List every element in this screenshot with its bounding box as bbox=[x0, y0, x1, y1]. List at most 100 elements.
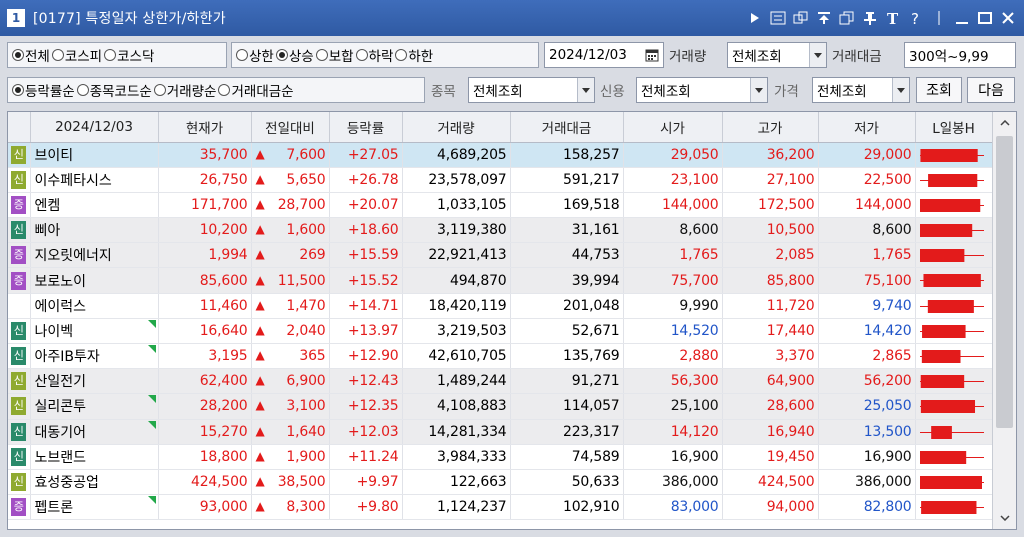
pin-icon[interactable] bbox=[860, 7, 880, 29]
header-volume[interactable]: 거래량 bbox=[402, 112, 511, 143]
chevron-down-icon[interactable] bbox=[892, 78, 909, 102]
memo-icon[interactable] bbox=[768, 7, 788, 29]
maximize-icon[interactable] bbox=[975, 7, 995, 29]
current-price: 28,200 bbox=[158, 393, 252, 420]
header-rate[interactable]: 등락률 bbox=[329, 112, 403, 143]
radio-type-fall[interactable]: 하락 bbox=[355, 45, 393, 65]
open-price: 9,990 bbox=[623, 293, 723, 319]
volume: 42,610,705 bbox=[402, 343, 511, 370]
radio-sort-volume[interactable]: 거래량순 bbox=[153, 80, 216, 100]
copy-window-icon[interactable] bbox=[837, 7, 857, 29]
stock-name[interactable]: 나이벡 bbox=[30, 318, 159, 345]
stock-name[interactable]: 삐아 bbox=[30, 217, 159, 244]
scroll-down-icon[interactable] bbox=[993, 507, 1016, 529]
stock-name[interactable]: 지오릿에너지 bbox=[30, 242, 159, 269]
stock-select[interactable]: 전체조회 bbox=[468, 77, 595, 103]
stock-name-text: 산일전기 bbox=[34, 374, 87, 391]
stock-name[interactable]: 브이티 bbox=[30, 142, 159, 168]
stock-name[interactable]: 실리콘투 bbox=[30, 393, 159, 420]
table-row[interactable]: 신 삐아 10,200 ▲ 1,600 +18.60 3,119,380 31,161 8,60… bbox=[8, 217, 993, 244]
header-date[interactable]: 2024/12/03 bbox=[30, 112, 159, 143]
radio-sort-code[interactable]: 종목코드순 bbox=[76, 80, 152, 100]
radio-sort-amount[interactable]: 거래대금순 bbox=[218, 80, 294, 100]
table-row[interactable]: 증 지오릿에너지 1,994 ▲ 269 +15.59 22,921,413 44,753 1,… bbox=[8, 242, 993, 269]
header-change[interactable]: 전일대비 bbox=[251, 112, 330, 143]
credit-select[interactable]: 전체조회 bbox=[636, 77, 768, 103]
price-select[interactable]: 전체조회 bbox=[812, 77, 910, 103]
help-icon[interactable]: ? bbox=[906, 7, 926, 29]
header-open[interactable]: 시가 bbox=[623, 112, 723, 143]
table-row[interactable]: 증 엔켐 171,700 ▲ 28,700 +20.07 1,033,105 169,518 1… bbox=[8, 192, 993, 219]
search-button[interactable]: 조회 bbox=[916, 77, 962, 103]
stock-name[interactable]: 산일전기 bbox=[30, 368, 159, 395]
header-amount[interactable]: 거래대금 bbox=[510, 112, 624, 143]
credit-badge: 신 bbox=[11, 145, 27, 164]
candle-chart bbox=[919, 249, 984, 263]
table-row[interactable]: 신 노브랜드 18,800 ▲ 1,900 +11.24 3,984,333 74,589 16… bbox=[8, 444, 993, 470]
stock-name[interactable]: 이수페타시스 bbox=[30, 167, 159, 193]
low-price: 25,050 bbox=[818, 393, 916, 420]
chevron-down-icon[interactable] bbox=[577, 78, 594, 102]
radio-type-upper-limit[interactable]: 상한 bbox=[236, 45, 274, 65]
current-price: 93,000 bbox=[158, 494, 252, 521]
amount: 114,057 bbox=[510, 393, 624, 420]
stock-name-text: 보로노이 bbox=[34, 273, 87, 290]
font-icon[interactable]: T bbox=[883, 7, 903, 29]
table-row[interactable]: 에이럭스 11,460 ▲ 1,470 +14.71 18,420,119 201,048 9… bbox=[8, 293, 993, 319]
volume: 14,281,334 bbox=[402, 419, 511, 445]
radio-type-lower-limit[interactable]: 하한 bbox=[395, 45, 433, 65]
header-price[interactable]: 현재가 bbox=[158, 112, 252, 143]
radio-type-rise[interactable]: 상승 bbox=[275, 45, 314, 65]
table-row[interactable]: 신 아주IB투자 3,195 ▲ 365 +12.90 42,610,705 135,769 2… bbox=[8, 343, 993, 370]
up-arrow-icon: ▲ bbox=[255, 146, 265, 161]
radio-sort-rate[interactable]: 등락률순 bbox=[12, 80, 75, 100]
candle-body bbox=[920, 400, 975, 414]
header-low[interactable]: 저가 bbox=[818, 112, 916, 143]
chevron-down-icon[interactable] bbox=[809, 43, 826, 67]
stock-name[interactable]: 보로노이 bbox=[30, 267, 159, 294]
radio-market-all[interactable]: 전체 bbox=[12, 45, 50, 65]
amount-select[interactable]: 300억~9,99 bbox=[904, 42, 1016, 68]
date-value: 2024/12/03 bbox=[549, 47, 627, 63]
header-candle[interactable]: L일봉H bbox=[915, 112, 993, 143]
scroll-up-icon[interactable] bbox=[993, 112, 1016, 134]
table-row[interactable]: 신 산일전기 62,400 ▲ 6,900 +12.43 1,489,244 91,271 56… bbox=[8, 368, 993, 395]
stock-name[interactable]: 펩트론 bbox=[30, 494, 159, 521]
stock-name[interactable]: 대동기어 bbox=[30, 419, 159, 445]
calendar-icon[interactable] bbox=[641, 43, 663, 67]
date-field[interactable]: 2024/12/03 bbox=[544, 42, 664, 68]
header-high[interactable]: 고가 bbox=[722, 112, 819, 143]
stock-name[interactable]: 아주IB투자 bbox=[30, 343, 159, 370]
vertical-scrollbar[interactable] bbox=[992, 112, 1016, 529]
filter-row-2: 등락률순 종목코드순 거래량순 거래대금순 종목 전체조회 신용 전체조회 가격… bbox=[0, 73, 1024, 107]
next-button[interactable]: 다음 bbox=[967, 77, 1015, 103]
stock-name[interactable]: 에이럭스 bbox=[30, 293, 159, 319]
table-row[interactable]: 신 이수페타시스 26,750 ▲ 5,650 +26.78 23,578,097 591,2… bbox=[8, 167, 993, 193]
stock-name[interactable]: 노브랜드 bbox=[30, 444, 159, 470]
chevron-down-icon[interactable] bbox=[750, 78, 767, 102]
link-icon[interactable] bbox=[791, 7, 811, 29]
volume-select[interactable]: 전체조회 bbox=[727, 42, 827, 68]
table-row[interactable]: 신 효성중공업 424,500 ▲ 38,500 +9.97 122,663 50,633 38… bbox=[8, 469, 993, 496]
table-row[interactable]: 신 나이벡 16,640 ▲ 2,040 +13.97 3,219,503 52,671 14,… bbox=[8, 318, 993, 345]
close-icon[interactable] bbox=[998, 7, 1018, 29]
table-row[interactable]: 신 대동기어 15,270 ▲ 1,640 +12.03 14,281,334 223,317… bbox=[8, 419, 993, 445]
play-icon[interactable] bbox=[745, 7, 765, 29]
change-cell: ▲ 5,650 bbox=[251, 167, 330, 193]
candle-chart bbox=[919, 224, 984, 238]
radio-type-flat[interactable]: 보합 bbox=[315, 45, 354, 65]
radio-market-kospi[interactable]: 코스피 bbox=[51, 45, 102, 65]
stock-name[interactable]: 엔켐 bbox=[30, 192, 159, 219]
candle-cell bbox=[915, 368, 993, 395]
radio-market-kosdaq[interactable]: 코스닥 bbox=[104, 45, 154, 65]
high-price: 27,100 bbox=[722, 167, 819, 193]
candle-body bbox=[922, 274, 981, 288]
table-row[interactable]: 증 펩트론 93,000 ▲ 8,300 +9.80 1,124,237 102,910 83,… bbox=[8, 494, 993, 521]
table-row[interactable]: 신 실리콘투 28,200 ▲ 3,100 +12.35 4,108,883 114,057 2… bbox=[8, 393, 993, 420]
minimize-icon[interactable] bbox=[952, 7, 972, 29]
scroll-thumb[interactable] bbox=[996, 136, 1013, 428]
pin-top-icon[interactable] bbox=[814, 7, 834, 29]
stock-name[interactable]: 효성중공업 bbox=[30, 469, 159, 496]
table-row[interactable]: 신 브이티 35,700 ▲ 7,600 +27.05 4,689,205 158,257 29… bbox=[8, 142, 993, 168]
table-row[interactable]: 증 보로노이 85,600 ▲ 11,500 +15.52 494,870 39,994 75,… bbox=[8, 267, 993, 294]
